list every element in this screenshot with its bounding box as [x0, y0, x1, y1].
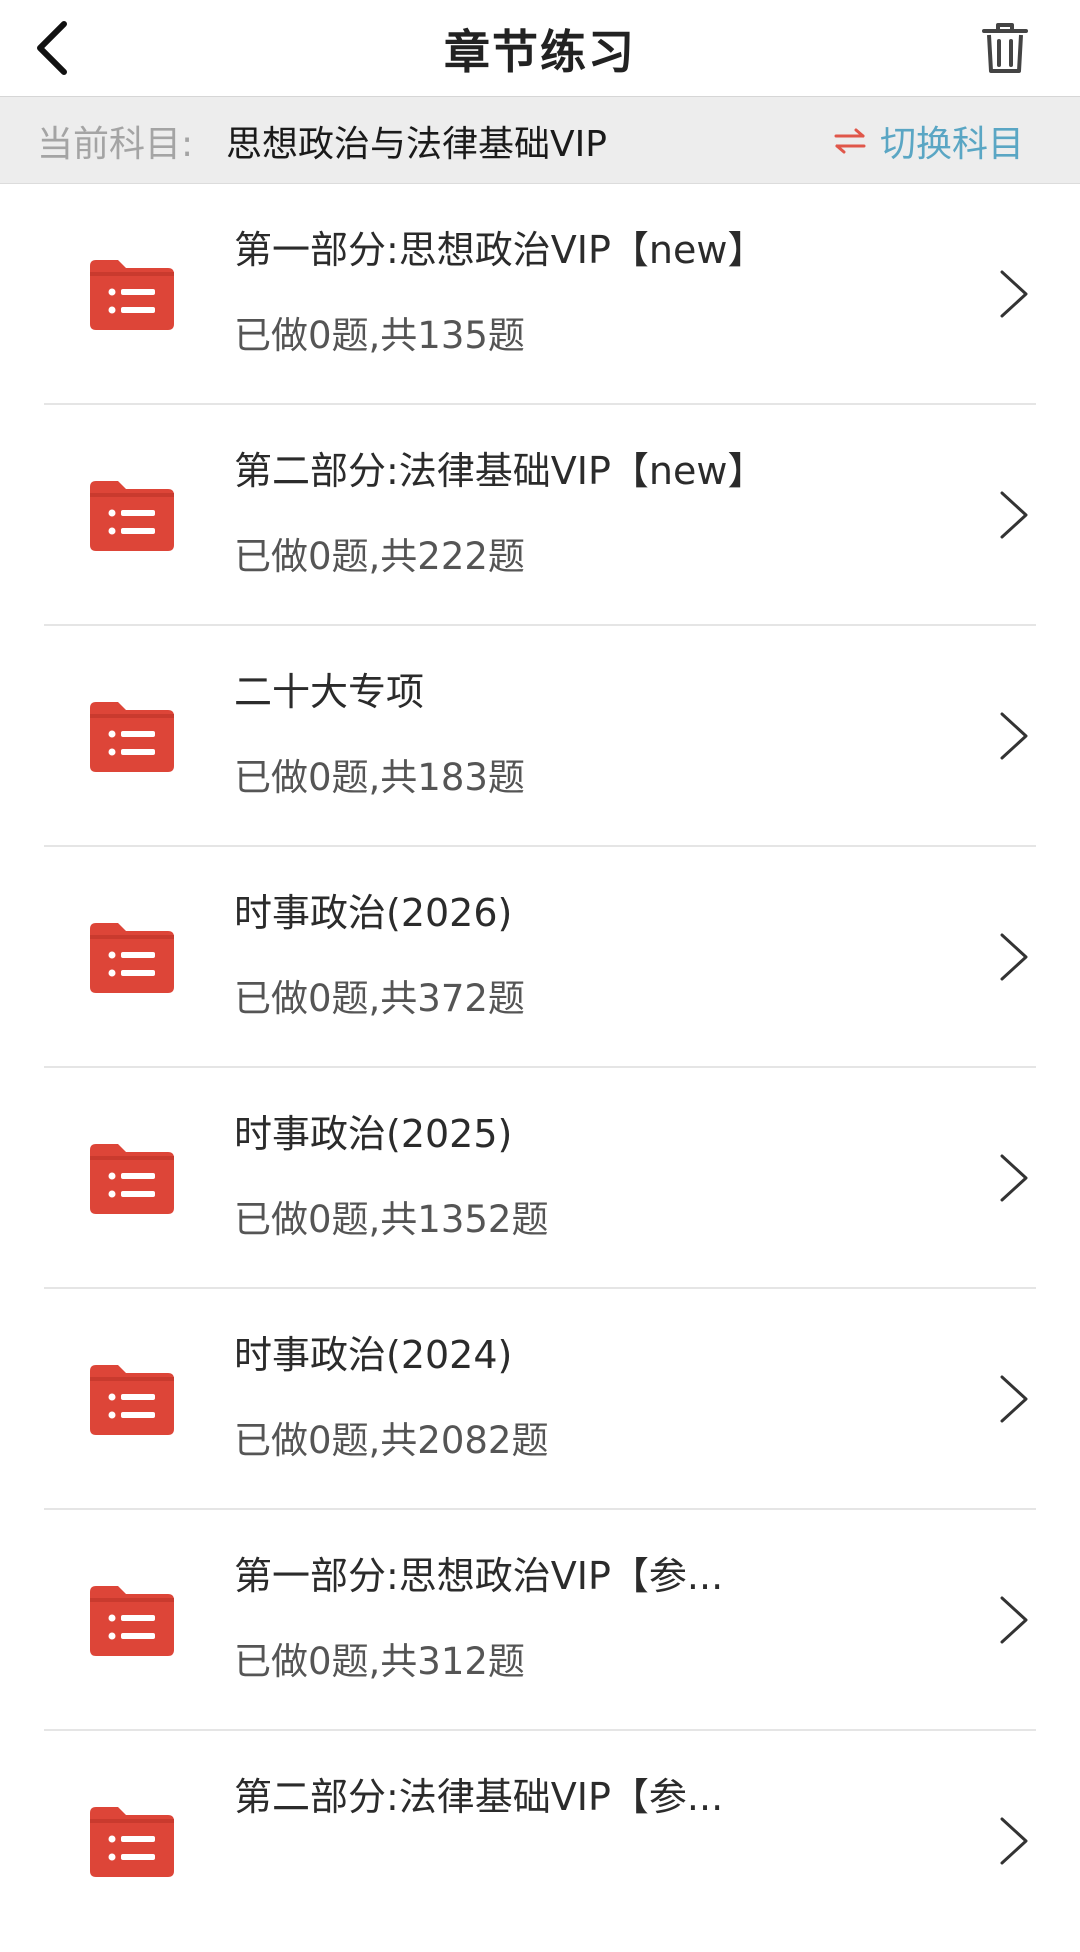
chevron-right-icon — [1000, 933, 1028, 981]
chapter-progress: 已做0题,共1352题 — [234, 1198, 549, 1241]
chapter-title: 时事政治(2025) — [234, 1112, 513, 1156]
current-subject-name: 思想政治与法律基础VIP — [226, 123, 607, 165]
chapter-item[interactable]: 第一部分:思想政治VIP【参... 已做0题,共312题 — [0, 1510, 1080, 1731]
chapter-list: 第一部分:思想政治VIP【new】 已做0题,共135题 第二部分:法律基础VI… — [0, 184, 1080, 1952]
switch-subject-label: 切换科目 — [879, 123, 1024, 165]
folder-list-icon — [90, 923, 174, 993]
current-subject-label: 当前科目: — [37, 123, 194, 165]
chapter-progress: 已做0题,共222题 — [234, 535, 525, 578]
back-button[interactable] — [22, 8, 82, 88]
folder-list-icon — [90, 260, 174, 330]
folder-list-icon — [90, 1807, 174, 1877]
folder-list-icon — [90, 1144, 174, 1214]
page-title: 章节练习 — [444, 24, 636, 79]
chevron-right-icon — [1000, 1596, 1028, 1644]
chapter-progress: 已做0题,共372题 — [234, 977, 525, 1020]
chapter-progress: 已做0题,共183题 — [234, 756, 525, 799]
chevron-left-icon — [37, 21, 67, 75]
chevron-right-icon — [1000, 270, 1028, 318]
chapter-title: 第一部分:思想政治VIP【参... — [234, 1554, 724, 1598]
chapter-item[interactable]: 第二部分:法律基础VIP【参... — [0, 1731, 1080, 1952]
chapter-item[interactable]: 时事政治(2024) 已做0题,共2082题 — [0, 1289, 1080, 1510]
chapter-item[interactable]: 时事政治(2025) 已做0题,共1352题 — [0, 1068, 1080, 1289]
folder-list-icon — [90, 1586, 174, 1656]
trash-icon — [982, 23, 1028, 73]
chapter-item[interactable]: 第一部分:思想政治VIP【new】 已做0题,共135题 — [0, 184, 1080, 405]
chapter-item[interactable]: 二十大专项 已做0题,共183题 — [0, 626, 1080, 847]
switch-subject-button[interactable]: 切换科目 — [830, 97, 1024, 184]
current-subject-bar: 当前科目: 思想政治与法律基础VIP 切换科目 — [0, 97, 1080, 184]
chapter-progress: 已做0题,共2082题 — [234, 1419, 549, 1462]
chevron-right-icon — [1000, 1154, 1028, 1202]
chapter-item[interactable]: 第二部分:法律基础VIP【new】 已做0题,共222题 — [0, 405, 1080, 626]
chevron-right-icon — [1000, 1375, 1028, 1423]
folder-list-icon — [90, 481, 174, 551]
chapter-title: 第一部分:思想政治VIP【new】 — [234, 228, 766, 272]
chapter-title: 时事政治(2024) — [234, 1333, 513, 1377]
delete-button[interactable] — [970, 10, 1040, 86]
folder-list-icon — [90, 702, 174, 772]
folder-list-icon — [90, 1365, 174, 1435]
chapter-title: 二十大专项 — [234, 670, 425, 714]
top-nav-bar: 章节练习 — [0, 0, 1080, 97]
chapter-title: 第二部分:法律基础VIP【new】 — [234, 449, 766, 493]
chevron-right-icon — [1000, 1817, 1028, 1865]
chapter-progress: 已做0题,共312题 — [234, 1640, 525, 1683]
chapter-title: 第二部分:法律基础VIP【参... — [234, 1775, 724, 1819]
chapter-item[interactable]: 时事政治(2026) 已做0题,共372题 — [0, 847, 1080, 1068]
chevron-right-icon — [1000, 491, 1028, 539]
chapter-title: 时事政治(2026) — [234, 891, 513, 935]
chapter-progress: 已做0题,共135题 — [234, 314, 525, 357]
chevron-right-icon — [1000, 712, 1028, 760]
swap-arrows-icon — [830, 121, 870, 161]
